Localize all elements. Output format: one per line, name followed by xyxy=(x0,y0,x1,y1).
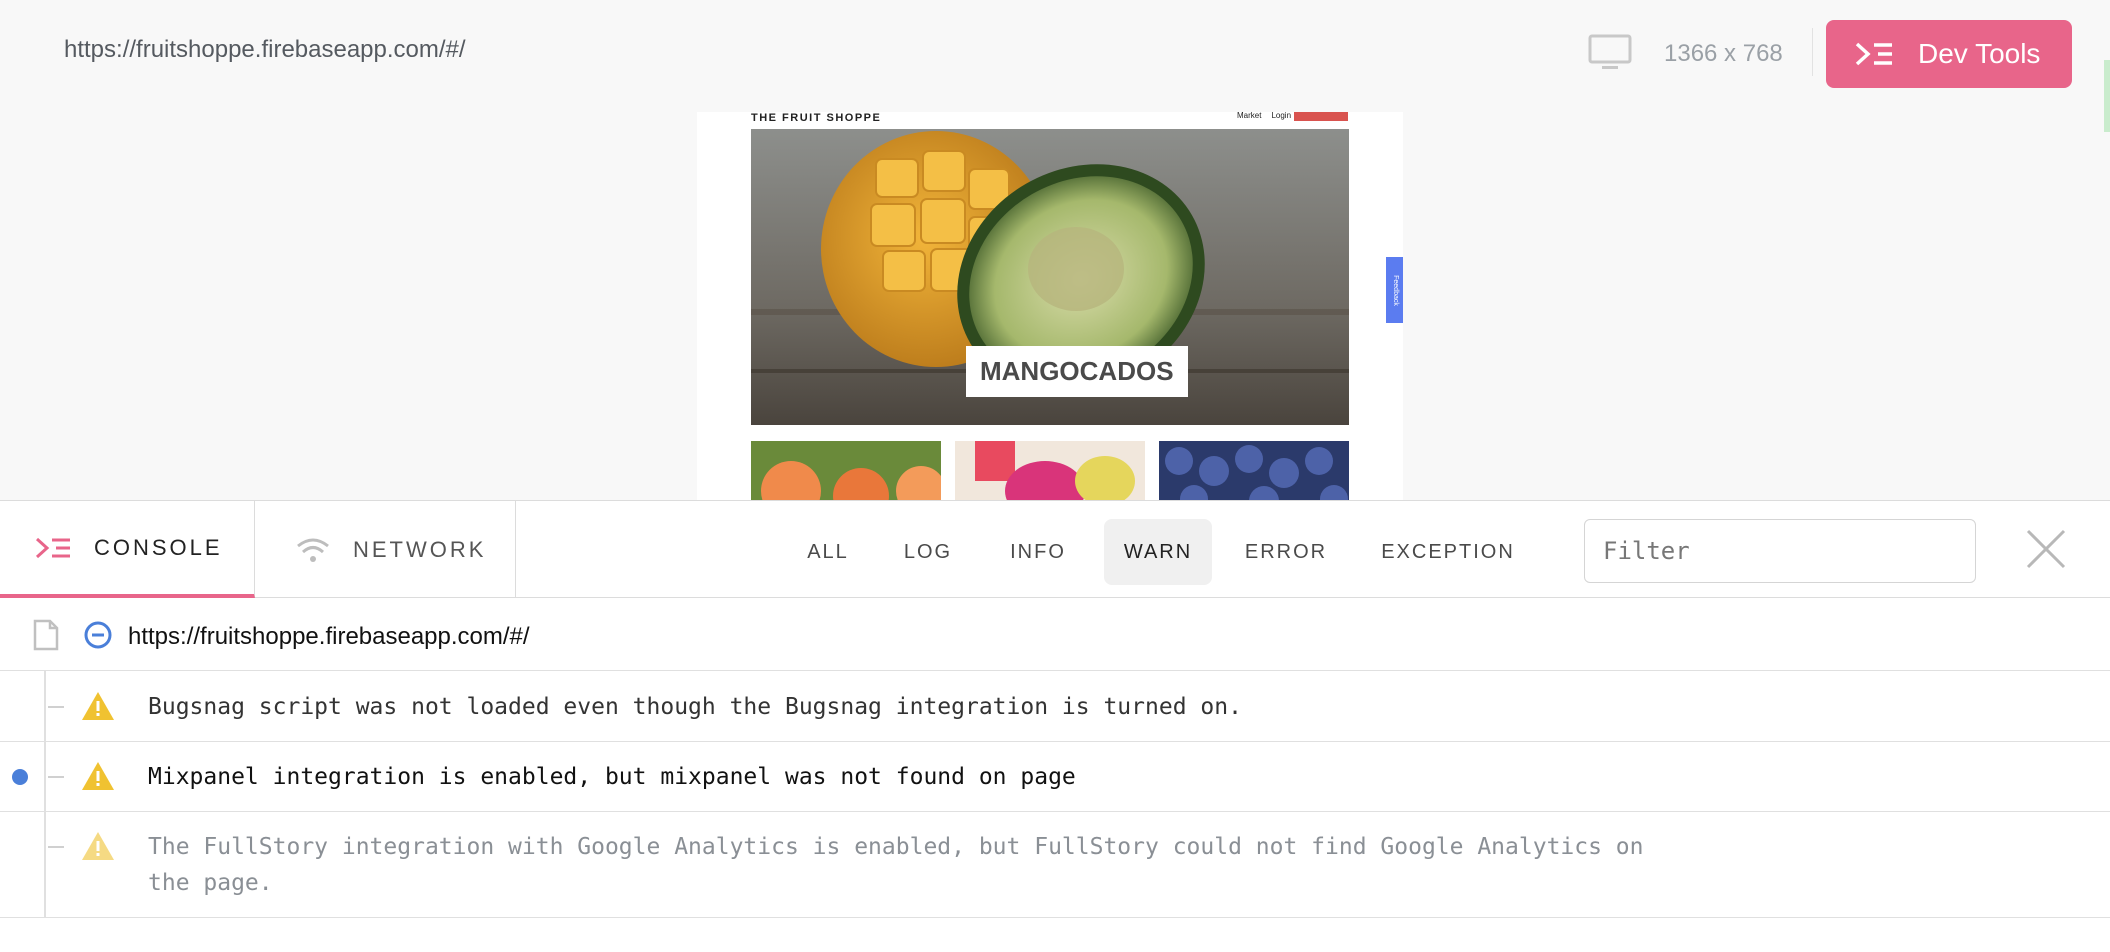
warning-icon xyxy=(82,762,114,790)
scroll-indicator xyxy=(2104,60,2110,132)
warning-icon xyxy=(82,692,114,720)
product-thumb-dragonfruit[interactable] xyxy=(955,441,1145,500)
cart-button[interactable] xyxy=(1294,112,1348,121)
warning-icon xyxy=(82,832,114,860)
divider xyxy=(1812,28,1813,76)
dev-tools-label: Dev Tools xyxy=(1918,38,2041,69)
log-row-selected[interactable]: Mixpanel integration is enabled, but mix… xyxy=(0,742,2110,812)
tab-network-label: NETWORK xyxy=(353,536,487,562)
tab-console[interactable]: CONSOLE xyxy=(0,501,255,598)
level-all[interactable]: ALL xyxy=(790,519,866,585)
site-menu: Market Login xyxy=(1237,112,1291,120)
log-row[interactable]: The FullStory integration with Google An… xyxy=(0,812,2110,918)
level-info[interactable]: INFO xyxy=(995,519,1081,585)
level-warn[interactable]: WARN xyxy=(1104,519,1212,585)
close-icon[interactable] xyxy=(2022,525,2070,573)
log-message-line: the page. xyxy=(148,870,273,896)
log-message-line: The FullStory integration with Google An… xyxy=(148,834,1644,860)
hero-title: MANGOCADOS xyxy=(966,346,1188,397)
devtools-tabbar: CONSOLE NETWORK ALL LOG INFO WARN ERROR … xyxy=(0,501,2110,598)
console-page-url: https://fruitshoppe.firebaseapp.com/#/ xyxy=(128,623,530,650)
wifi-icon xyxy=(297,538,329,562)
monitor-icon[interactable] xyxy=(1588,34,1632,72)
log-row[interactable]: Bugsnag script was not loaded even thoug… xyxy=(0,672,2110,742)
log-message: Mixpanel integration is enabled, but mix… xyxy=(148,764,1076,790)
tree-tick xyxy=(48,776,64,778)
console-icon xyxy=(35,537,70,558)
menu-market[interactable]: Market xyxy=(1237,112,1261,120)
level-exception[interactable]: EXCEPTION xyxy=(1370,519,1526,585)
product-thumb-blueberries[interactable] xyxy=(1159,441,1349,500)
resolution-label[interactable]: 1366 x 768 xyxy=(1664,40,1783,68)
log-message: The FullStory integration with Google An… xyxy=(148,829,1644,901)
selection-dot xyxy=(12,769,28,785)
site-preview[interactable]: THE FRUIT SHOPPE Market Login MANGOCADOS… xyxy=(697,112,1403,500)
feedback-label: Feedback xyxy=(1391,274,1399,306)
level-error[interactable]: ERROR xyxy=(1236,519,1336,585)
devtools-panel: CONSOLE NETWORK ALL LOG INFO WARN ERROR … xyxy=(0,500,2110,952)
tree-tick xyxy=(48,846,64,848)
page-url: https://fruitshoppe.firebaseapp.com/#/ xyxy=(64,36,466,63)
page-url-row: https://fruitshoppe.firebaseapp.com/#/ xyxy=(0,599,2110,671)
document-icon xyxy=(33,619,59,651)
log-message: Bugsnag script was not loaded even thoug… xyxy=(148,694,1242,720)
collapse-icon[interactable] xyxy=(84,621,112,649)
menu-login[interactable]: Login xyxy=(1271,112,1291,120)
site-brand: THE FRUIT SHOPPE xyxy=(751,112,882,124)
console-icon xyxy=(1855,42,1892,66)
tree-tick xyxy=(48,706,64,708)
product-thumb-peaches[interactable] xyxy=(751,441,941,500)
tab-console-label: CONSOLE xyxy=(94,534,223,560)
dev-tools-button[interactable]: Dev Tools xyxy=(1826,20,2072,88)
filter-input[interactable] xyxy=(1584,519,1976,583)
hero-image: MANGOCADOS xyxy=(751,129,1349,425)
level-log[interactable]: LOG xyxy=(888,519,968,585)
tab-network[interactable]: NETWORK xyxy=(255,501,516,598)
feedback-tab[interactable]: Feedback xyxy=(1386,257,1403,323)
